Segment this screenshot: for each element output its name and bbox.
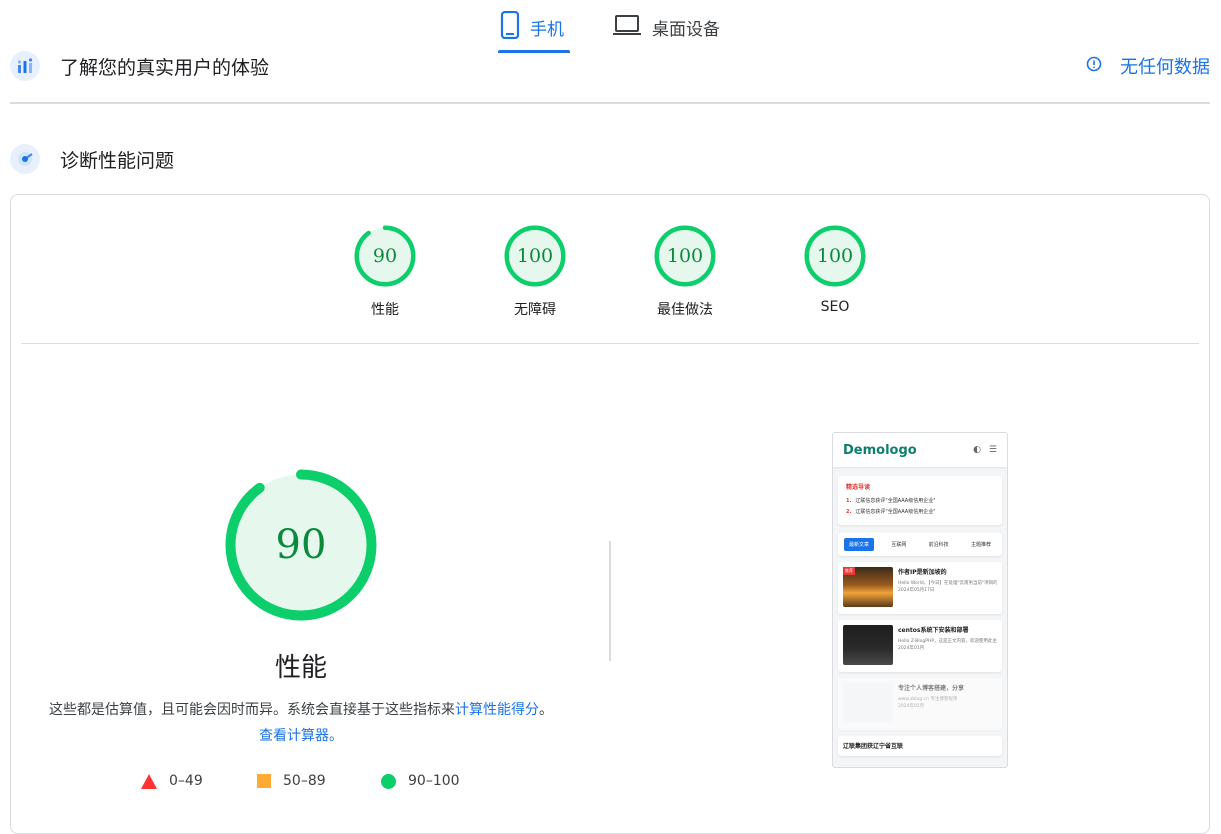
no-data-label: 无任何数据 xyxy=(1120,57,1210,78)
legend-average: 50–89 xyxy=(257,773,381,789)
gauge-accessibility[interactable]: 100 无障碍 xyxy=(475,225,595,319)
card-divider xyxy=(21,343,1199,344)
calc-score-link[interactable]: 计算性能得分 xyxy=(455,702,539,718)
screenshot-tabs: 最新文章 互联网 前沿科技 主题推荐 xyxy=(838,533,1002,556)
calculator-link[interactable]: 查看计算器。 xyxy=(259,728,343,744)
score-gauges: 90 性能 100 无障碍 100 最佳做法 100 SEO xyxy=(11,225,1209,325)
gauge-best-practices[interactable]: 100 最佳做法 xyxy=(625,225,745,319)
explain-sep: 。 xyxy=(539,702,553,718)
gauge-score: 100 xyxy=(816,245,854,267)
article-date: 2024年01月 xyxy=(898,704,925,709)
gauge-label: 性能 xyxy=(371,302,399,318)
article-thumbnail xyxy=(843,683,893,723)
tab-mobile-label: 手机 xyxy=(530,19,564,40)
article-title: 作者IP是新加坡的 xyxy=(898,569,947,576)
laptop-icon xyxy=(612,13,642,42)
gauge-performance[interactable]: 90 性能 xyxy=(325,225,445,319)
screenshot-article: 辽联集团获辽宁省互联 xyxy=(838,736,1002,756)
article-date: 2024年05月17日 xyxy=(898,588,935,593)
square-icon xyxy=(257,774,271,788)
screenshot-tab: 互联网 xyxy=(891,542,907,548)
diagnostics-title: 诊断性能问题 xyxy=(60,149,175,172)
gauge-seo[interactable]: 100 SEO xyxy=(775,225,895,315)
gauge-ring: 90 xyxy=(354,225,416,287)
screenshot-tab: 主题推荐 xyxy=(970,542,991,548)
performance-big-gauge: 90 xyxy=(225,469,377,621)
screenshot-article: 专注个人博客搭建，分享 www.zblog.cn 专注博客程序 2024年01月 xyxy=(838,678,1002,730)
article-thumbnail: 推荐 xyxy=(843,567,893,607)
article-desc: www.zblog.cn 专注博客程序 xyxy=(898,697,958,702)
featured-item: 2. 辽联信息获评"全国AAA级信用企业" xyxy=(846,509,936,515)
legend-pass: 90–100 xyxy=(381,773,460,789)
menu-icon: ☰ xyxy=(988,445,997,455)
article-desc: Hello Z-BlogPHP，这是正文内容，欢迎使用此主题来写自己的 xyxy=(898,639,997,644)
gauge-label: 无障碍 xyxy=(514,302,556,318)
scores-card: 90 性能 100 无障碍 100 最佳做法 100 SEO 90 性能 这些都… xyxy=(10,194,1210,834)
triangle-icon xyxy=(141,773,157,789)
field-data-title: 了解您的真实用户的体验 xyxy=(60,56,270,79)
screenshot-tab: 前沿科技 xyxy=(928,542,949,548)
theme-icon: ◐ xyxy=(973,445,981,455)
info-icon xyxy=(1086,56,1102,77)
screenshot-header-icons: ◐ ☰ xyxy=(973,445,997,455)
legend-range: 0–49 xyxy=(169,773,203,789)
article-thumbnail xyxy=(843,625,893,665)
circle-icon xyxy=(381,773,396,789)
featured-item: 1. 辽联信息获评"全国AAA级信用企业" xyxy=(846,498,936,504)
article-title: centos系统下安装和部署 xyxy=(898,627,969,634)
featured-item-text: 辽联信息获评"全国AAA级信用企业" xyxy=(855,509,936,515)
no-data-link[interactable]: 无任何数据 xyxy=(1086,46,1210,86)
article-date: 2024年01月 xyxy=(898,646,925,651)
screenshot-article: 推荐 作者IP是新加坡的 Hello World，【今日】在处理"云南男当前"项… xyxy=(838,562,1002,614)
performance-score: 90 xyxy=(275,522,327,568)
vertical-divider xyxy=(609,541,611,661)
tab-desktop-label: 桌面设备 xyxy=(652,19,720,40)
article-title: 辽联集团获辽宁省互联 xyxy=(843,743,904,750)
legend-range: 90–100 xyxy=(408,773,460,789)
featured-item-text: 辽联信息获评"全国AAA级信用企业" xyxy=(855,498,936,504)
performance-title: 性能 xyxy=(274,653,327,683)
screenshot-logo: Demologo xyxy=(843,442,917,458)
field-data-section: 了解您的真实用户的体验 无任何数据 xyxy=(10,46,1210,86)
featured-title: 精选导读 xyxy=(846,484,871,491)
screenshot-article: centos系统下安装和部署 Hello Z-BlogPHP，这是正文内容，欢迎… xyxy=(838,620,1002,672)
phone-icon xyxy=(500,10,520,44)
users-chart-icon xyxy=(10,51,40,81)
explain-text: 这些都是估算值，且可能会因时而异。系统会直接基于这些指标来 xyxy=(49,702,455,718)
gauge-score: 100 xyxy=(516,245,554,267)
performance-explanation: 这些都是估算值，且可能会因时而异。系统会直接基于这些指标来计算性能得分。 查看计… xyxy=(47,697,555,749)
screenshot-featured-box: 精选导读 1. 辽联信息获评"全国AAA级信用企业" 2. 辽联信息获评"全国AAA… xyxy=(838,476,1002,525)
gauge-ring: 100 xyxy=(654,225,716,287)
screenshot-tab: 最新文章 xyxy=(844,538,875,551)
gauge-score: 90 xyxy=(372,245,398,267)
diagnostics-section: 诊断性能问题 xyxy=(10,139,1210,179)
article-badge: 推荐 xyxy=(843,567,855,575)
gauge-label: SEO xyxy=(820,299,850,315)
gauge-ring: 100 xyxy=(804,225,866,287)
gauge-score: 100 xyxy=(666,245,704,267)
article-title: 专注个人博客搭建，分享 xyxy=(898,685,965,692)
score-legend: 0–49 50–89 90–100 xyxy=(141,773,460,789)
lighthouse-icon xyxy=(10,144,40,174)
article-desc: Hello World，【今日】在处理"云南男当前"项目的时候 xyxy=(898,581,997,586)
legend-range: 50–89 xyxy=(283,773,326,789)
page-screenshot: Demologo ◐ ☰ 精选导读 1. 辽联信息获评"全国AAA级信用企业" 2… xyxy=(832,432,1008,768)
gauge-label: 最佳做法 xyxy=(657,302,713,318)
screenshot-header: Demologo ◐ ☰ xyxy=(833,433,1007,467)
legend-fail: 0–49 xyxy=(141,773,257,789)
gauge-ring: 100 xyxy=(504,225,566,287)
section-divider xyxy=(10,102,1210,104)
